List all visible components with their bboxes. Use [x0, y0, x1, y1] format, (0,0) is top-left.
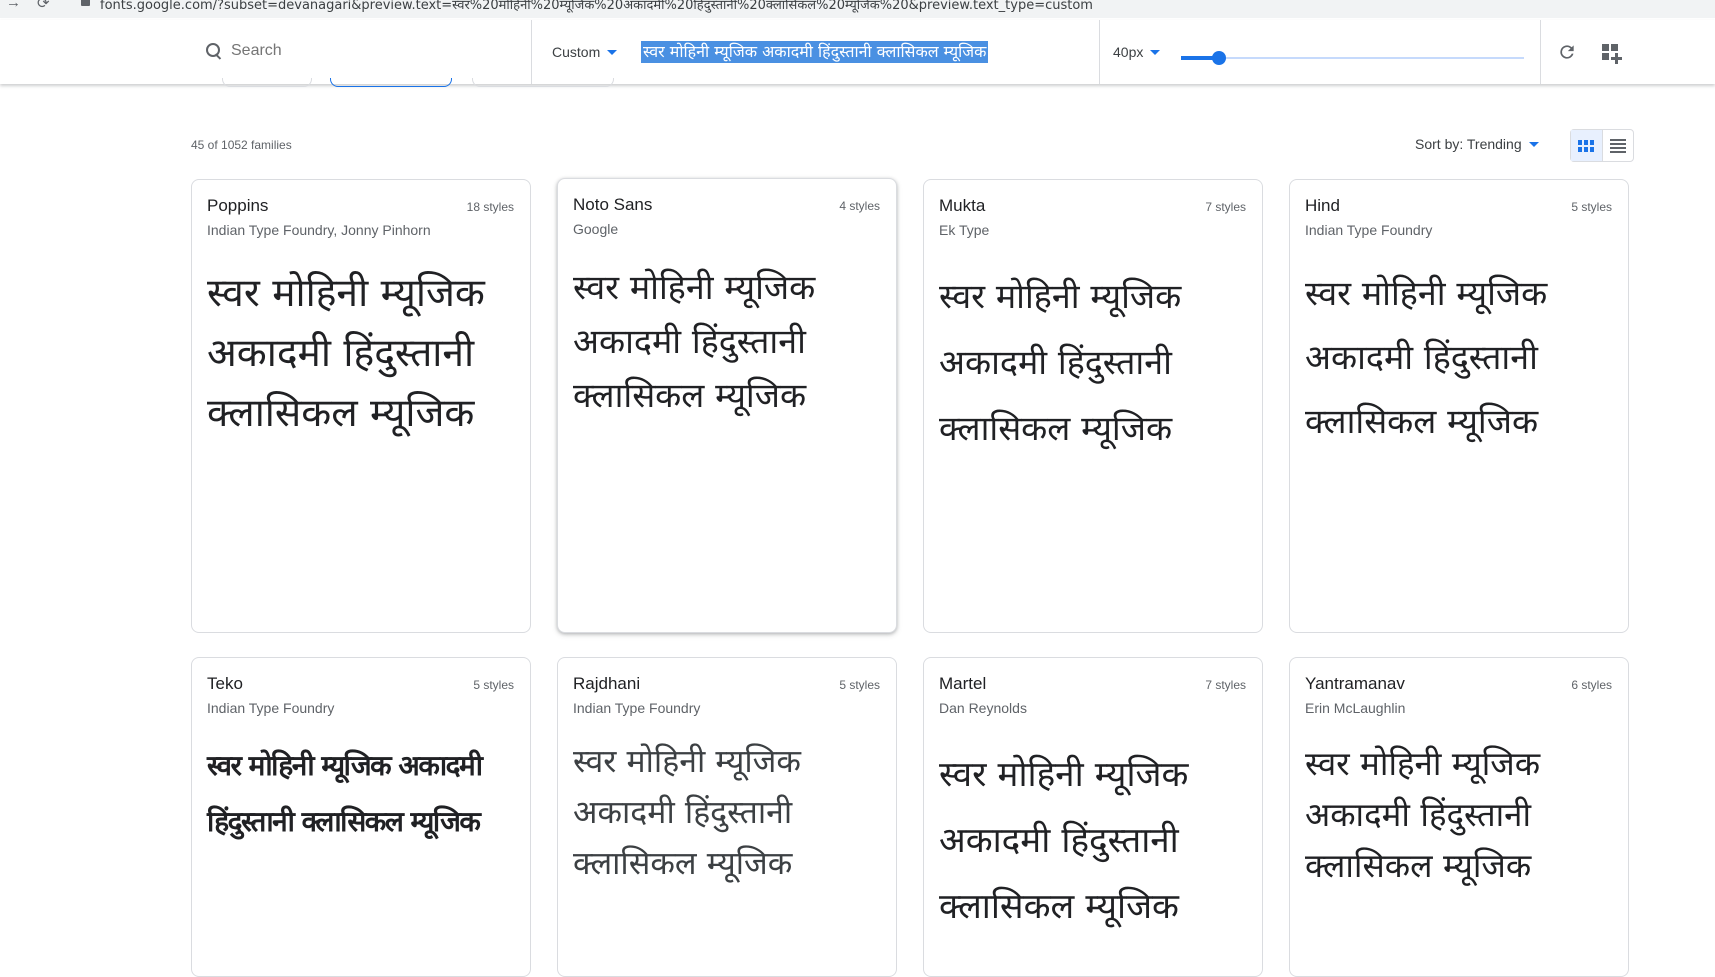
font-name: Rajdhani — [573, 674, 641, 693]
chevron-down-icon — [607, 49, 618, 55]
font-size-dropdown[interactable]: 40px — [1113, 44, 1161, 60]
font-card-yantramanav[interactable]: Yantramanav 6 styles Erin McLaughlin स्व… — [1289, 657, 1629, 977]
view-toggle — [1570, 129, 1634, 162]
lock-icon — [81, 0, 90, 6]
font-preview: स्वर मोहिनी म्यूजिक अकादमी हिंदुस्तानी क… — [207, 271, 485, 436]
font-name: Martel — [939, 674, 987, 693]
search-input[interactable] — [229, 41, 433, 61]
font-preview: स्वर मोहिनी म्यूजिक अकादमी हिंदुस्तानी क… — [573, 268, 816, 416]
font-preview: स्वर मोहिनी म्यूजिक अकादमी हिंदुस्तानी क… — [1305, 744, 1541, 885]
font-name: Noto Sans — [573, 195, 653, 214]
list-view-icon — [1609, 138, 1626, 153]
style-count: 18 styles — [466, 200, 514, 214]
search-box[interactable] — [205, 41, 433, 61]
font-designer: Dan Reynolds — [939, 700, 1027, 716]
chevron-down-icon — [1528, 141, 1539, 147]
divider — [1540, 20, 1541, 84]
preview-type-label: Custom — [552, 44, 601, 60]
filter-chip[interactable] — [222, 78, 312, 87]
divider — [1099, 20, 1100, 84]
slider-thumb[interactable] — [1212, 51, 1226, 65]
reload-page-icon[interactable]: ⟳ — [37, 0, 50, 12]
font-card-poppins[interactable]: Poppins 18 styles Indian Type Foundry, J… — [191, 179, 531, 633]
filter-chip-selected[interactable] — [330, 78, 452, 87]
font-name: Poppins — [207, 196, 269, 215]
font-name: Mukta — [939, 196, 986, 215]
slider-track — [1181, 57, 1524, 59]
font-designer: Erin McLaughlin — [1305, 700, 1406, 716]
font-card-mukta[interactable]: Mukta 7 styles Ek Type स्वर मोहिनी म्यूज… — [923, 179, 1263, 633]
grid-view-button[interactable] — [1571, 130, 1603, 161]
forward-arrow-icon[interactable]: → — [6, 0, 21, 11]
font-card-noto-sans[interactable]: Noto Sans 4 styles Google स्वर मोहिनी म्… — [557, 178, 897, 633]
font-size-label: 40px — [1113, 44, 1144, 60]
divider — [531, 20, 532, 84]
font-name: Teko — [207, 674, 243, 693]
results-count: 45 of 1052 families — [191, 138, 292, 152]
font-preview: स्वर मोहिनी म्यूजिक अकादमी हिंदुस्तानी क… — [939, 277, 1182, 449]
style-count: 4 styles — [839, 199, 880, 213]
font-designer: Indian Type Foundry — [573, 700, 701, 716]
filter-chip[interactable] — [472, 78, 614, 87]
font-designer: Indian Type Foundry — [1305, 222, 1433, 238]
list-view-button[interactable] — [1603, 130, 1634, 161]
font-preview: स्वर मोहिनी म्यूजिक अकादमी हिंदुस्तानी क… — [207, 749, 483, 838]
refresh-icon[interactable] — [1557, 42, 1577, 62]
grid-view-icon — [1578, 139, 1595, 152]
url-text[interactable]: fonts.google.com/?subset=devanagari&prev… — [100, 0, 1093, 13]
style-count: 7 styles — [1205, 678, 1246, 692]
preview-type-dropdown[interactable]: Custom — [552, 44, 618, 60]
style-count: 5 styles — [473, 678, 514, 692]
font-designer: Indian Type Foundry — [207, 700, 335, 716]
font-card-martel[interactable]: Martel 7 styles Dan Reynolds स्वर मोहिनी… — [923, 657, 1263, 977]
font-preview: स्वर मोहिनी म्यूजिक अकादमी हिंदुस्तानी क… — [939, 755, 1189, 927]
search-icon — [205, 42, 223, 60]
chevron-down-icon — [1150, 49, 1161, 55]
font-designer: Ek Type — [939, 222, 990, 238]
preview-text-input[interactable]: स्वर मोहिनी म्यूजिक अकादमी हिंदुस्तानी क… — [641, 41, 989, 63]
style-count: 5 styles — [1571, 200, 1612, 214]
font-card-rajdhani[interactable]: Rajdhani 5 styles Indian Type Foundry स्… — [557, 657, 897, 977]
font-preview: स्वर मोहिनी म्यूजिक अकादमी हिंदुस्तानी क… — [1305, 274, 1548, 442]
style-count: 5 styles — [839, 678, 880, 692]
style-count: 6 styles — [1571, 678, 1612, 692]
font-size-slider[interactable] — [1181, 51, 1524, 65]
font-designer: Indian Type Foundry, Jonny Pinhorn — [207, 222, 431, 238]
sort-dropdown[interactable]: Sort by: Trending — [1415, 136, 1539, 152]
browser-address-bar: → ⟳ fonts.google.com/?subset=devanagari&… — [0, 0, 1715, 18]
font-card-hind[interactable]: Hind 5 styles Indian Type Foundry स्वर म… — [1289, 179, 1629, 633]
font-name: Yantramanav — [1305, 674, 1405, 693]
grid-add-icon[interactable] — [1602, 44, 1622, 64]
style-count: 7 styles — [1205, 200, 1246, 214]
font-designer: Google — [573, 221, 619, 237]
font-preview: स्वर मोहिनी म्यूजिक अकादमी हिंदुस्तानी क… — [573, 742, 801, 882]
font-name: Hind — [1305, 196, 1340, 215]
sort-label: Sort by: Trending — [1415, 136, 1522, 152]
toolbar: Custom स्वर मोहिनी म्यूजिक अकादमी हिंदुस… — [0, 20, 1715, 84]
font-card-teko[interactable]: Teko 5 styles Indian Type Foundry स्वर म… — [191, 657, 531, 977]
